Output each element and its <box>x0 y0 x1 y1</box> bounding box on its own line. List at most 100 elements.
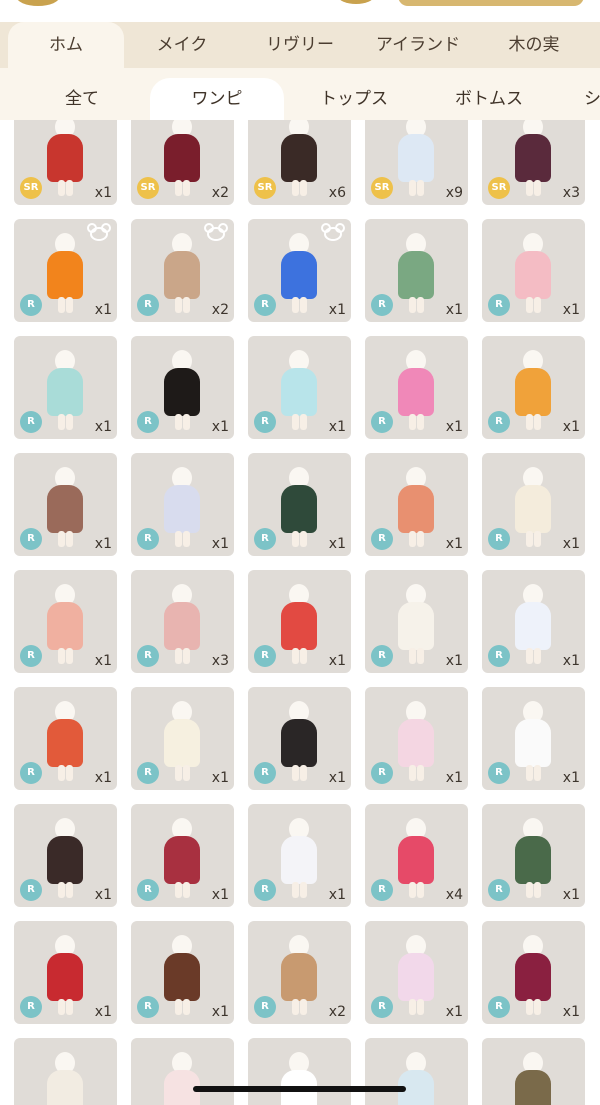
quantity-label: x1 <box>211 770 229 786</box>
item-tile[interactable]: Rx1 <box>14 453 117 556</box>
item-tile[interactable]: Rx1 <box>482 336 585 439</box>
tab-livly[interactable]: リヴリー <box>240 22 360 68</box>
item-tile[interactable]: Rx1 <box>248 687 351 790</box>
outfit-thumbnail <box>515 1070 551 1105</box>
item-tile[interactable]: Rx1 <box>482 570 585 673</box>
avatar-leg <box>409 648 416 664</box>
item-tile[interactable]: SR x2 <box>131 120 234 205</box>
tab-homu[interactable]: ホム <box>8 22 124 68</box>
quantity-label: x1 <box>445 1004 463 1020</box>
rarity-badge: R <box>488 879 510 901</box>
item-tile[interactable]: Rx1 <box>14 804 117 907</box>
item-tile[interactable]: Rx1 <box>365 453 468 556</box>
rarity-badge: R <box>20 879 42 901</box>
outfit-thumbnail <box>47 251 83 299</box>
bear-ears-icon <box>87 223 111 241</box>
outfit-thumbnail <box>398 251 434 299</box>
item-tile[interactable]: Rx1 <box>482 453 585 556</box>
rarity-badge: SR <box>488 177 510 199</box>
avatar-leg <box>534 882 541 898</box>
item-tile[interactable]: Rx1 <box>131 453 234 556</box>
quantity-label: x1 <box>328 770 346 786</box>
item-tile[interactable]: Rx1 <box>14 219 117 322</box>
rarity-badge: R <box>254 879 276 901</box>
quantity-label: x1 <box>94 185 112 201</box>
item-tile[interactable]: Rx1 <box>365 336 468 439</box>
item-tile[interactable]: Rx1 <box>131 687 234 790</box>
quantity-label: x1 <box>328 302 346 318</box>
item-tile[interactable]: Rx1 <box>482 219 585 322</box>
avatar-leg <box>66 648 73 664</box>
item-tile[interactable]: Rx1 <box>482 687 585 790</box>
outfit-thumbnail <box>164 836 200 884</box>
item-tile[interactable]: Rx1 <box>365 219 468 322</box>
rarity-badge: R <box>254 528 276 550</box>
item-tile[interactable]: Rx1 <box>365 687 468 790</box>
item-tile[interactable]: Rx1 <box>365 570 468 673</box>
rarity-badge: R <box>137 762 159 784</box>
avatar-leg <box>292 414 299 430</box>
tab-nuts[interactable]: 木の実 <box>476 22 592 68</box>
item-tile[interactable]: SR x3 <box>482 120 585 205</box>
item-tile[interactable]: Rx3 <box>131 570 234 673</box>
item-tile[interactable]: Rx2 <box>248 921 351 1024</box>
avatar-leg <box>409 414 416 430</box>
outfit-thumbnail <box>515 602 551 650</box>
item-tile[interactable]: Rx1 <box>14 336 117 439</box>
item-tile[interactable]: SR x9 <box>365 120 468 205</box>
item-tile[interactable]: Rx1 <box>131 336 234 439</box>
item-tile[interactable]: Rx1 <box>482 921 585 1024</box>
avatar-leg <box>526 531 533 547</box>
item-tile[interactable]: Rx1 <box>248 219 351 322</box>
subtab-all[interactable]: 全て <box>14 78 150 120</box>
rarity-badge: SR <box>137 177 159 199</box>
item-tile[interactable]: Rx1 <box>14 687 117 790</box>
quantity-label: x1 <box>94 1004 112 1020</box>
item-tile[interactable] <box>131 1038 234 1105</box>
avatar-leg <box>526 297 533 313</box>
item-tile[interactable]: Rx1 <box>248 804 351 907</box>
avatar-leg <box>175 882 182 898</box>
item-tile[interactable]: Rx1 <box>131 804 234 907</box>
item-tile[interactable]: Rx1 <box>14 570 117 673</box>
item-tile[interactable] <box>14 1038 117 1105</box>
item-tile[interactable] <box>482 1038 585 1105</box>
avatar-leg <box>300 414 307 430</box>
rarity-badge: R <box>488 762 510 784</box>
item-tile[interactable] <box>365 1038 468 1105</box>
outfit-thumbnail <box>398 134 434 182</box>
quantity-label: x1 <box>211 887 229 903</box>
rarity-badge: R <box>20 762 42 784</box>
item-tile[interactable]: Rx4 <box>365 804 468 907</box>
avatar-leg <box>292 648 299 664</box>
item-tile[interactable]: Rx1 <box>131 921 234 1024</box>
item-tile[interactable] <box>248 1038 351 1105</box>
item-tile[interactable]: Rx1 <box>248 336 351 439</box>
item-tile[interactable]: Rx1 <box>14 921 117 1024</box>
outfit-thumbnail <box>47 1070 83 1105</box>
tab-make[interactable]: メイク <box>124 22 240 68</box>
item-tile[interactable]: SR x1 <box>14 120 117 205</box>
rarity-badge: R <box>254 645 276 667</box>
subtab-bottoms[interactable]: ボトムス <box>424 78 554 120</box>
item-tile[interactable]: SR x6 <box>248 120 351 205</box>
item-tile[interactable]: Rx1 <box>482 804 585 907</box>
tab-island[interactable]: アイランド <box>360 22 476 68</box>
category-tab-bar: ホム メイク リヴリー アイランド 木の実 <box>0 22 600 68</box>
outfit-thumbnail <box>281 836 317 884</box>
subtab-shoes[interactable]: シ <box>554 78 600 120</box>
rarity-badge: R <box>20 645 42 667</box>
currency-bar[interactable] <box>398 0 584 6</box>
item-tile[interactable]: Rx1 <box>248 570 351 673</box>
quantity-label: x1 <box>94 419 112 435</box>
outfit-thumbnail <box>281 251 317 299</box>
subtab-onepiece[interactable]: ワンピ <box>150 78 284 120</box>
item-tile[interactable]: Rx2 <box>131 219 234 322</box>
avatar-leg <box>66 999 73 1015</box>
subtab-tops[interactable]: トップス <box>284 78 424 120</box>
outfit-thumbnail <box>47 719 83 767</box>
item-tile[interactable]: Rx1 <box>248 453 351 556</box>
outfit-thumbnail <box>164 485 200 533</box>
rarity-badge: R <box>137 996 159 1018</box>
item-tile[interactable]: Rx1 <box>365 921 468 1024</box>
